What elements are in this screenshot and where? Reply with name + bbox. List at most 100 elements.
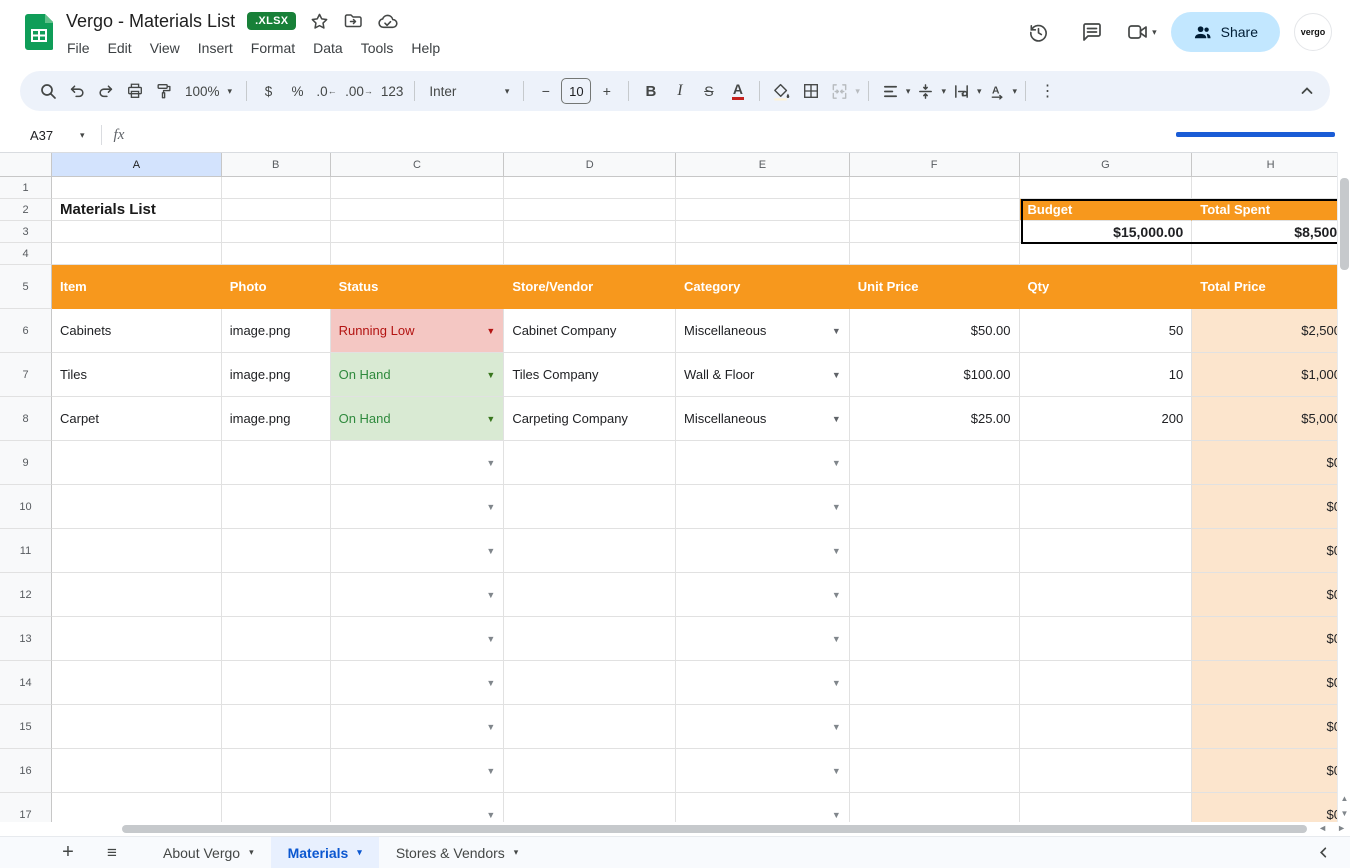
cell-A5[interactable]: Item xyxy=(52,265,222,309)
cell-A9[interactable] xyxy=(52,441,222,485)
row-header-5[interactable]: 5 xyxy=(0,265,52,309)
cell-A11[interactable] xyxy=(52,529,222,573)
row-header-6[interactable]: 6 xyxy=(0,309,52,353)
cell-D14[interactable] xyxy=(504,661,676,705)
dropdown-icon[interactable]: ▼ xyxy=(828,678,841,688)
cell-A15[interactable] xyxy=(52,705,222,749)
print-icon[interactable] xyxy=(121,77,148,105)
cell-D2[interactable] xyxy=(504,199,676,221)
dropdown-icon[interactable]: ▼ xyxy=(828,810,841,820)
merge-caret-icon[interactable]: ▾ xyxy=(855,87,860,96)
cell-F12[interactable] xyxy=(850,573,1020,617)
cell-B13[interactable] xyxy=(222,617,331,661)
menu-help[interactable]: Help xyxy=(402,38,449,58)
cell-H13[interactable]: $0 xyxy=(1192,617,1350,661)
row-header-11[interactable]: 11 xyxy=(0,529,52,573)
cell-C14[interactable]: ▼ xyxy=(331,661,505,705)
cell-D16[interactable] xyxy=(504,749,676,793)
account-avatar[interactable]: vergo xyxy=(1294,13,1332,51)
cell-E15[interactable]: ▼ xyxy=(676,705,850,749)
cell-G9[interactable] xyxy=(1020,441,1193,485)
cell-E17[interactable]: ▼ xyxy=(676,793,850,822)
scroll-down-icon[interactable]: ▼ xyxy=(1341,809,1349,818)
row-header-13[interactable]: 13 xyxy=(0,617,52,661)
cell-C6[interactable]: Running Low▼ xyxy=(331,309,505,353)
cell-H3[interactable]: $8,500. xyxy=(1192,221,1350,243)
cell-C13[interactable]: ▼ xyxy=(331,617,505,661)
cell-G11[interactable] xyxy=(1020,529,1193,573)
row-header-9[interactable]: 9 xyxy=(0,441,52,485)
cell-E14[interactable]: ▼ xyxy=(676,661,850,705)
menu-view[interactable]: View xyxy=(141,38,189,58)
dropdown-icon[interactable]: ▼ xyxy=(482,414,495,424)
number-format-button[interactable]: 123 xyxy=(378,77,407,105)
dropdown-icon[interactable]: ▼ xyxy=(828,722,841,732)
cell-H4[interactable] xyxy=(1192,243,1350,265)
cell-C2[interactable] xyxy=(331,199,505,221)
vertical-align-caret-icon[interactable]: ▾ xyxy=(941,87,946,96)
cell-B4[interactable] xyxy=(222,243,331,265)
bold-button[interactable]: B xyxy=(637,77,664,105)
row-header-14[interactable]: 14 xyxy=(0,661,52,705)
cell-E6[interactable]: Miscellaneous▼ xyxy=(676,309,850,353)
all-sheets-menu-icon[interactable]: ≡ xyxy=(100,843,124,863)
zoom-select[interactable]: 100% ▾ xyxy=(179,77,238,105)
cell-A1[interactable] xyxy=(52,177,222,199)
cell-E2[interactable] xyxy=(676,199,850,221)
cell-A3[interactable] xyxy=(52,221,222,243)
fill-color-button[interactable] xyxy=(768,77,795,105)
cell-E10[interactable]: ▼ xyxy=(676,485,850,529)
tab-caret-icon[interactable]: ▾ xyxy=(514,848,519,857)
cell-F2[interactable] xyxy=(850,199,1020,221)
dropdown-icon[interactable]: ▼ xyxy=(482,546,495,556)
decrease-font-size-button[interactable]: − xyxy=(532,77,559,105)
menu-tools[interactable]: Tools xyxy=(352,38,403,58)
cell-A12[interactable] xyxy=(52,573,222,617)
doc-title[interactable]: Vergo - Materials List xyxy=(66,11,235,32)
cell-B2[interactable] xyxy=(222,199,331,221)
cell-D10[interactable] xyxy=(504,485,676,529)
cell-B3[interactable] xyxy=(222,221,331,243)
menu-insert[interactable]: Insert xyxy=(189,38,242,58)
cell-E4[interactable] xyxy=(676,243,850,265)
horizontal-scrollbar-thumb[interactable] xyxy=(122,825,1307,833)
cell-G14[interactable] xyxy=(1020,661,1193,705)
cell-A16[interactable] xyxy=(52,749,222,793)
dropdown-icon[interactable]: ▼ xyxy=(482,370,495,380)
cell-F10[interactable] xyxy=(850,485,1020,529)
cell-A6[interactable]: Cabinets xyxy=(52,309,222,353)
cell-C1[interactable] xyxy=(331,177,505,199)
horizontal-align-caret-icon[interactable]: ▾ xyxy=(906,87,911,96)
row-header-7[interactable]: 7 xyxy=(0,353,52,397)
column-header-C[interactable]: C xyxy=(331,153,505,177)
select-all-corner[interactable] xyxy=(0,153,52,177)
row-header-16[interactable]: 16 xyxy=(0,749,52,793)
column-header-F[interactable]: F xyxy=(850,153,1020,177)
cell-A4[interactable] xyxy=(52,243,222,265)
show-side-panel-icon[interactable] xyxy=(1317,846,1330,859)
cell-F5[interactable]: Unit Price xyxy=(850,265,1020,309)
cell-D5[interactable]: Store/Vendor xyxy=(504,265,676,309)
cell-E1[interactable] xyxy=(676,177,850,199)
cell-D3[interactable] xyxy=(504,221,676,243)
increase-font-size-button[interactable]: + xyxy=(593,77,620,105)
text-rotation-caret-icon[interactable]: ▾ xyxy=(1013,87,1018,96)
cell-F6[interactable]: $50.00 xyxy=(850,309,1020,353)
cell-D13[interactable] xyxy=(504,617,676,661)
cell-C10[interactable]: ▼ xyxy=(331,485,505,529)
row-header-10[interactable]: 10 xyxy=(0,485,52,529)
cell-E7[interactable]: Wall & Floor▼ xyxy=(676,353,850,397)
dropdown-icon[interactable]: ▼ xyxy=(482,810,495,820)
cell-F9[interactable] xyxy=(850,441,1020,485)
star-icon[interactable] xyxy=(308,10,330,32)
cell-F7[interactable]: $100.00 xyxy=(850,353,1020,397)
cell-E13[interactable]: ▼ xyxy=(676,617,850,661)
cell-F15[interactable] xyxy=(850,705,1020,749)
cell-H9[interactable]: $0 xyxy=(1192,441,1350,485)
row-header-2[interactable]: 2 xyxy=(0,199,52,221)
dropdown-icon[interactable]: ▼ xyxy=(482,634,495,644)
cell-A14[interactable] xyxy=(52,661,222,705)
undo-icon[interactable] xyxy=(63,77,90,105)
cell-F14[interactable] xyxy=(850,661,1020,705)
cell-F13[interactable] xyxy=(850,617,1020,661)
